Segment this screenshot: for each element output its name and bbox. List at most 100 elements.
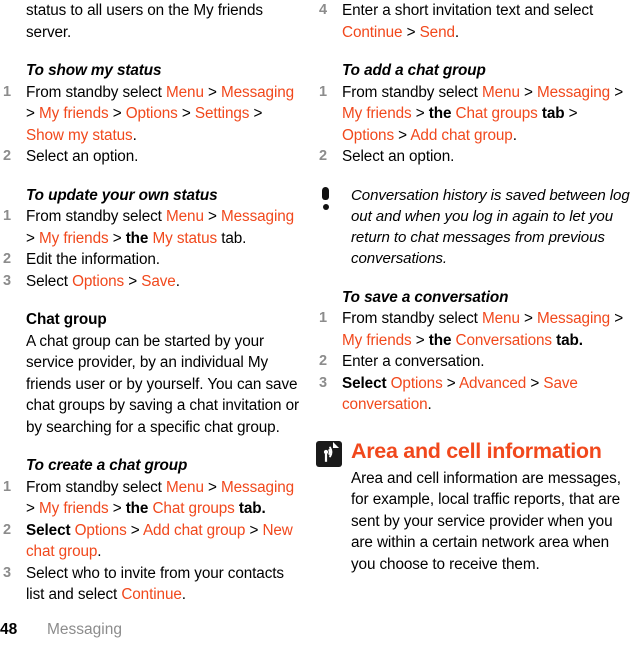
menu-path-token: Menu bbox=[165, 208, 204, 225]
steps-to-create-a-chat-group: 1 From standby select Menu > Messaging > … bbox=[0, 477, 302, 606]
step-number: 2 bbox=[3, 251, 11, 267]
menu-path-token: Options bbox=[74, 521, 127, 539]
step-text: > bbox=[124, 272, 142, 290]
menu-path-token: Conversations bbox=[455, 331, 553, 349]
step-text: > bbox=[610, 310, 624, 328]
left-column: status to all users on the My friends se… bbox=[0, 0, 316, 606]
step-text: > bbox=[526, 374, 544, 392]
step-text: the bbox=[428, 105, 456, 122]
intro-paragraph: status to all users on the My friends se… bbox=[26, 2, 263, 41]
step-text: Edit the information. bbox=[26, 251, 160, 268]
step-text: . bbox=[132, 126, 137, 144]
menu-path-token: Send bbox=[419, 23, 455, 41]
steps-continued-create-chat-group: 4 Enter a short invitation text and selec… bbox=[316, 0, 630, 43]
steps-to-add-a-chat-group: 1 From standby select Menu > Messaging > … bbox=[316, 82, 630, 168]
step-number: 2 bbox=[3, 148, 11, 164]
menu-path-token: Advanced bbox=[458, 374, 527, 392]
step-text: > bbox=[26, 500, 39, 517]
step-text: . bbox=[512, 126, 517, 144]
chapter-body: Area and cell information are messages, … bbox=[351, 469, 621, 573]
step-item: 2 Select an option. bbox=[0, 146, 302, 168]
step-text: > bbox=[108, 229, 126, 247]
step-text: tab. bbox=[234, 500, 266, 517]
menu-path-token: My friends bbox=[342, 105, 412, 122]
chapter-heading-block: Area and cell information bbox=[316, 438, 630, 468]
heading-to-add-a-chat-group: To add a chat group bbox=[342, 62, 486, 79]
step-text: > bbox=[402, 23, 420, 41]
menu-path-token: Messaging bbox=[537, 83, 611, 101]
step-text: > bbox=[564, 105, 578, 122]
step-text: tab bbox=[537, 105, 565, 122]
cell-broadcast-icon bbox=[316, 440, 342, 467]
step-text: From standby select bbox=[342, 83, 482, 101]
step-text: From standby select bbox=[26, 208, 166, 225]
step-number: 4 bbox=[319, 2, 327, 18]
step-text: From standby select bbox=[342, 310, 482, 328]
menu-path-token: Options bbox=[342, 126, 395, 144]
step-text: > bbox=[203, 478, 221, 496]
step-text: > bbox=[610, 83, 624, 101]
menu-path-token: Add chat group bbox=[142, 521, 246, 539]
step-text: > bbox=[203, 208, 221, 225]
step-number: 1 bbox=[319, 310, 327, 327]
right-column: 4 Enter a short invitation text and selec… bbox=[316, 0, 632, 575]
step-text: . bbox=[175, 272, 180, 290]
note-text: Conversation history is saved between lo… bbox=[351, 186, 630, 268]
menu-path-token: Messaging bbox=[537, 310, 611, 328]
step-text: Enter a short invitation text and select bbox=[342, 2, 594, 19]
step-item: 2 Edit the information. bbox=[0, 249, 302, 271]
footer-section-name: Messaging bbox=[47, 621, 122, 638]
step-text: Select an option. bbox=[26, 148, 139, 165]
heading-to-update-your-own-status: To update your own status bbox=[26, 186, 218, 204]
menu-path-token: Settings bbox=[194, 105, 250, 122]
chat-group-body: A chat group can be started by your serv… bbox=[26, 332, 300, 436]
menu-path-token: Add chat group bbox=[410, 126, 513, 144]
step-text: the bbox=[125, 500, 153, 517]
step-number: 3 bbox=[3, 564, 11, 581]
menu-path-token: My status bbox=[152, 229, 218, 247]
step-number: 3 bbox=[3, 272, 11, 289]
menu-path-token: My friends bbox=[342, 331, 412, 349]
step-text: > bbox=[108, 500, 126, 517]
step-text: > bbox=[249, 105, 263, 122]
step-number: 1 bbox=[3, 83, 11, 100]
step-item: 1 From standby select Menu > Messaging > … bbox=[0, 477, 302, 520]
step-item: 3 Select who to invite from your contacts… bbox=[0, 563, 302, 606]
step-text: Select bbox=[26, 521, 75, 539]
steps-to-update-your-own-status: 1 From standby select Menu > Messaging > … bbox=[0, 206, 302, 292]
step-text: . bbox=[181, 586, 186, 603]
step-item: 2 Enter a conversation. bbox=[316, 351, 630, 373]
menu-path-token: Save bbox=[141, 272, 176, 290]
step-text: . bbox=[454, 23, 460, 41]
menu-path-token: Chat groups bbox=[152, 500, 235, 517]
step-text: > bbox=[126, 521, 143, 539]
heading-to-create-a-chat-group: To create a chat group bbox=[26, 457, 188, 474]
step-text: From standby select bbox=[26, 478, 166, 496]
step-item: 1 From standby select Menu > Messaging > … bbox=[0, 82, 302, 147]
two-column-layout: status to all users on the My friends se… bbox=[0, 0, 633, 606]
menu-path-token: My friends bbox=[38, 229, 109, 247]
step-item: 3 Select Options > Advanced > Save conver… bbox=[316, 373, 630, 416]
menu-path-token: Messaging bbox=[221, 208, 295, 225]
step-item: 4 Enter a short invitation text and selec… bbox=[316, 0, 630, 43]
step-text: the bbox=[428, 331, 456, 349]
step-text: . bbox=[427, 396, 432, 414]
step-text: tab. bbox=[551, 331, 583, 349]
step-text: > bbox=[26, 229, 39, 247]
step-number: 2 bbox=[319, 353, 327, 370]
step-text: > bbox=[442, 374, 459, 392]
step-text: . bbox=[97, 543, 102, 560]
heading-to-show-my-status: To show my status bbox=[26, 62, 162, 79]
exclamation-icon bbox=[318, 186, 332, 211]
menu-path-token: Chat groups bbox=[455, 105, 538, 122]
step-text: From standby select bbox=[26, 83, 166, 101]
page-number: 48 bbox=[0, 621, 18, 638]
menu-path-token: Show my status bbox=[26, 126, 133, 144]
step-number: 1 bbox=[319, 83, 327, 100]
step-number: 1 bbox=[3, 478, 11, 495]
step-text: > bbox=[394, 126, 411, 144]
menu-path-token: Options bbox=[390, 374, 443, 392]
menu-path-token: Options bbox=[72, 272, 125, 290]
steps-to-save-a-conversation: 1 From standby select Menu > Messaging > … bbox=[316, 308, 630, 416]
step-text: > bbox=[411, 331, 429, 349]
